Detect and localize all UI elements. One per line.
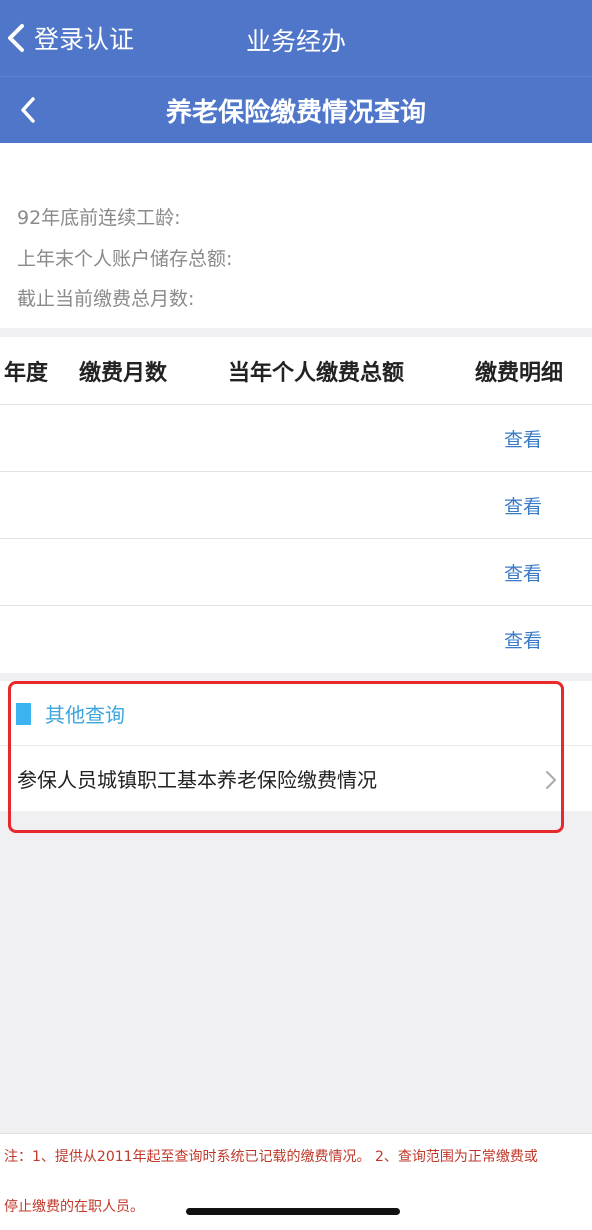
- payment-table: 年度 缴费月数 当年个人缴费总额 缴费明细 查看 查看 查看 查看: [0, 337, 592, 673]
- divider: [0, 328, 592, 337]
- app-title: 业务经办: [245, 27, 346, 56]
- work-years-label: 92年底前连续工龄:: [17, 207, 181, 229]
- note-line-1: 注：1、提供从2011年起至查询时系统已记载的缴费情况。 2、查询范围为正常缴费…: [4, 1149, 538, 1165]
- view-link[interactable]: 查看: [504, 492, 542, 519]
- header-detail: 缴费明细: [475, 361, 564, 386]
- view-link[interactable]: 查看: [504, 626, 542, 653]
- note-line-2: 停止缴费的在职人员。: [4, 1199, 144, 1215]
- view-link[interactable]: 查看: [504, 425, 542, 452]
- summary-panel: 92年底前连续工龄: 上年末个人账户储存总额: 截止当前缴费总月数:: [0, 143, 592, 328]
- table-row: 查看: [0, 538, 592, 605]
- table-row: 查看: [0, 471, 592, 538]
- highlight-box: [8, 681, 564, 833]
- header-months: 缴费月数: [79, 361, 168, 386]
- header-total: 当年个人缴费总额: [228, 361, 405, 386]
- table-row: 查看: [0, 404, 592, 471]
- home-indicator[interactable]: [186, 1208, 400, 1215]
- footnote: 注：1、提供从2011年起至查询时系统已记载的缴费情况。 2、查询范围为正常缴费…: [0, 1133, 592, 1230]
- table-row: 查看: [0, 605, 592, 672]
- view-link[interactable]: 查看: [504, 559, 542, 586]
- total-months-label: 截止当前缴费总月数:: [17, 288, 195, 310]
- nav-bar: 养老保险缴费情况查询: [0, 76, 592, 144]
- account-balance-label: 上年末个人账户储存总额:: [17, 248, 233, 270]
- status-header: 登录认证 业务经办: [0, 0, 592, 76]
- page-title: 养老保险缴费情况查询: [165, 98, 426, 128]
- header-year: 年度: [4, 361, 49, 386]
